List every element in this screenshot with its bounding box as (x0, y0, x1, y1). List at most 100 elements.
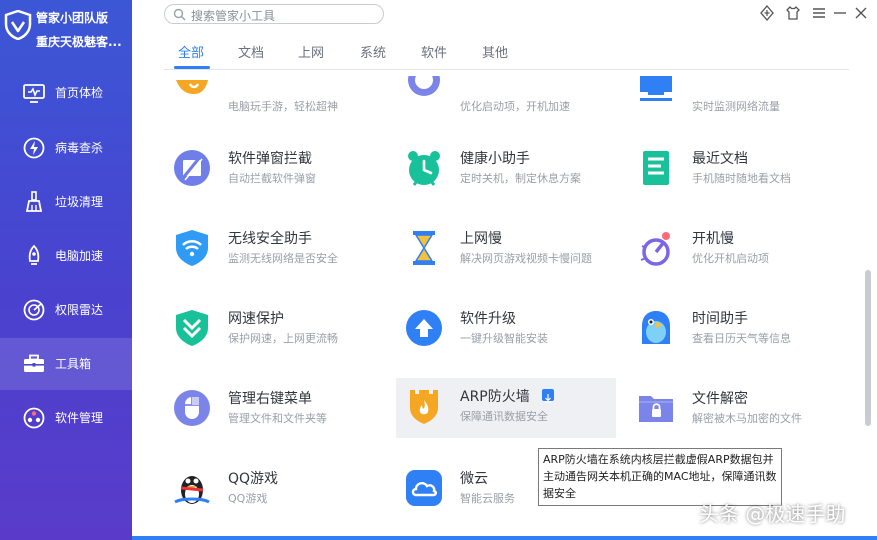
category-tabs: 全部 文档 上网 系统 软件 其他 (164, 42, 849, 70)
tool-name: 上网慢 (460, 231, 502, 247)
sidebar-item-virus-scan[interactable]: 病毒查杀 (0, 122, 132, 174)
sidebar-item-home-check[interactable]: 首页体检 (0, 67, 132, 119)
watermark: 头条 @极速手助 (699, 502, 846, 526)
tool-name: 管理右键菜单 (228, 391, 312, 407)
tool-desc: 查看日历天气等信息 (692, 332, 791, 345)
sidebar-item-software-manager[interactable]: 软件管理 (0, 392, 132, 444)
tool-desc: 监测无线网络是否安全 (228, 252, 338, 265)
sidebar-item-label: 电脑加速 (55, 249, 104, 263)
search-icon (173, 8, 186, 21)
tab-other[interactable]: 其他 (482, 42, 508, 61)
popup-block-icon (174, 150, 210, 186)
double-chevron-shield-icon (176, 310, 208, 346)
tool-startup-optimize[interactable]: 优化启动项，开机加速 (396, 70, 616, 128)
tab-documents[interactable]: 文档 (238, 42, 264, 61)
tool-file-decrypt[interactable]: 文件解密 解密被木马加密的文件 (628, 380, 848, 440)
user-name[interactable]: 重庆天极魅客... (36, 33, 122, 50)
brand-name: 管家小团队版 (36, 11, 109, 25)
tool-desc: 管理文件和文件夹等 (228, 412, 327, 425)
tool-desc: 保障通讯数据安全 (460, 410, 548, 423)
parrot-icon (642, 311, 670, 344)
sidebar-item-label: 病毒查杀 (55, 141, 104, 155)
tool-desc: 解决网页游戏视频卡慢问题 (460, 252, 592, 265)
monitor-traffic-icon (640, 76, 672, 101)
mouse-icon (174, 390, 210, 426)
firewall-shield-icon (410, 390, 438, 424)
tool-arp-firewall[interactable]: ARP防火墙 保障通讯数据安全 (396, 378, 616, 438)
locked-folder-icon (639, 396, 673, 422)
tool-desc: 优化开机启动项 (692, 252, 769, 265)
tool-desc: 自动拦截软件弹窗 (228, 172, 316, 185)
tool-desc: 定时关机，制定休息方案 (460, 172, 581, 185)
tool-speed-protection[interactable]: 网速保护 保护网速，上网更流畅 (164, 300, 384, 360)
upgrade-arrow-icon (406, 310, 442, 346)
sidebar: 管家小团队版 重庆天极魅客... 首页体检 病毒查杀 垃圾清理 电脑加速 权限雷… (0, 0, 132, 540)
minimize-icon[interactable] (831, 4, 849, 22)
tool-qq-games[interactable]: QQ游戏 QQ游戏 (164, 460, 384, 520)
download-badge-icon[interactable] (542, 389, 554, 403)
tool-desc: 手机随时随地看文档 (692, 172, 791, 185)
tool-time-assistant[interactable]: 时间助手 查看日历天气等信息 (628, 300, 848, 360)
power-boost-icon (640, 232, 670, 266)
tencent-pc-manager-window: 管家小团队版 重庆天极魅客... 首页体检 病毒查杀 垃圾清理 电脑加速 权限雷… (0, 0, 877, 540)
tool-slow-internet[interactable]: 上网慢 解决网页游戏视频卡慢问题 (396, 220, 616, 280)
toolbox-panel: 搜索管家小工具 全部 文档 上网 系统 软件 其他 电脑玩手游，轻松超神 优化启… (132, 0, 877, 540)
tool-name: 健康小助手 (460, 151, 530, 167)
active-tab-indicator (174, 66, 210, 69)
tool-name: 最近文档 (692, 151, 748, 167)
tool-name: 开机慢 (692, 231, 734, 247)
radar-icon (23, 299, 45, 321)
tool-health-assistant[interactable]: 健康小助手 定时关机，制定休息方案 (396, 140, 616, 200)
sidebar-item-speed-up[interactable]: 电脑加速 (0, 230, 132, 282)
hourglass-icon (413, 231, 435, 265)
tab-system[interactable]: 系统 (360, 42, 386, 61)
tab-software[interactable]: 软件 (421, 42, 447, 61)
menu-icon[interactable] (810, 4, 828, 22)
sidebar-item-junk-clean[interactable]: 垃圾清理 (0, 176, 132, 228)
broom-icon (25, 191, 43, 212)
tool-name: 软件弹窗拦截 (228, 151, 312, 167)
tool-desc: 解密被木马加密的文件 (692, 412, 802, 425)
tool-traffic-monitor[interactable]: 实时监测网络流量 (628, 70, 848, 128)
lightning-shield-icon (23, 137, 45, 159)
tab-all[interactable]: 全部 (178, 42, 204, 61)
tool-recent-documents[interactable]: 最近文档 手机随时随地看文档 (628, 140, 848, 200)
tool-context-menu-manager[interactable]: 管理右键菜单 管理文件和文件夹等 (164, 380, 384, 440)
skin-diamond-icon[interactable] (758, 4, 776, 22)
tool-desc: 一键升级智能安装 (460, 332, 548, 345)
tool-desc: 实时监测网络流量 (692, 100, 780, 113)
tool-name: 软件升级 (460, 311, 516, 327)
tool-name: 网速保护 (228, 311, 284, 327)
search-input[interactable]: 搜索管家小工具 (164, 4, 384, 24)
tool-name: 无线安全助手 (228, 231, 312, 247)
sidebar-item-label: 垃圾清理 (55, 195, 104, 209)
shield-logo-icon (4, 10, 32, 40)
theme-shirt-icon[interactable] (784, 4, 802, 22)
tool-desc: QQ游戏 (228, 492, 268, 505)
speed-dial-icon (408, 76, 440, 96)
apps-icon (23, 407, 45, 429)
monitor-check-icon (23, 84, 45, 103)
toolbox-icon (24, 354, 44, 372)
alarm-clock-icon (408, 151, 440, 186)
tool-desc: 电脑玩手游，轻松超神 (228, 100, 338, 113)
tool-name: 文件解密 (692, 391, 748, 407)
close-icon[interactable] (852, 4, 870, 22)
tool-software-upgrade[interactable]: 软件升级 一键升级智能安装 (396, 300, 616, 360)
qq-penguin-icon (174, 476, 210, 504)
tool-wifi-security[interactable]: 无线安全助手 监测无线网络是否安全 (164, 220, 384, 280)
tool-mobile-gaming[interactable]: 电脑玩手游，轻松超神 (164, 70, 384, 128)
scrollbar-thumb[interactable] (865, 270, 871, 426)
sidebar-item-label: 工具箱 (55, 357, 92, 371)
cloud-icon (406, 470, 442, 506)
tool-desc: 优化启动项，开机加速 (460, 100, 570, 113)
search-placeholder: 搜索管家小工具 (191, 9, 276, 23)
tab-internet[interactable]: 上网 (298, 42, 324, 61)
sidebar-item-toolbox[interactable]: 工具箱 (0, 338, 132, 390)
brand-header: 管家小团队版 重庆天极魅客... (0, 0, 132, 60)
wifi-shield-icon (176, 230, 208, 266)
sidebar-item-label: 首页体检 (55, 86, 104, 100)
sidebar-item-permission-radar[interactable]: 权限雷达 (0, 284, 132, 336)
tool-slow-boot[interactable]: 开机慢 优化开机启动项 (628, 220, 848, 280)
tool-popup-blocker[interactable]: 软件弹窗拦截 自动拦截软件弹窗 (164, 140, 384, 200)
